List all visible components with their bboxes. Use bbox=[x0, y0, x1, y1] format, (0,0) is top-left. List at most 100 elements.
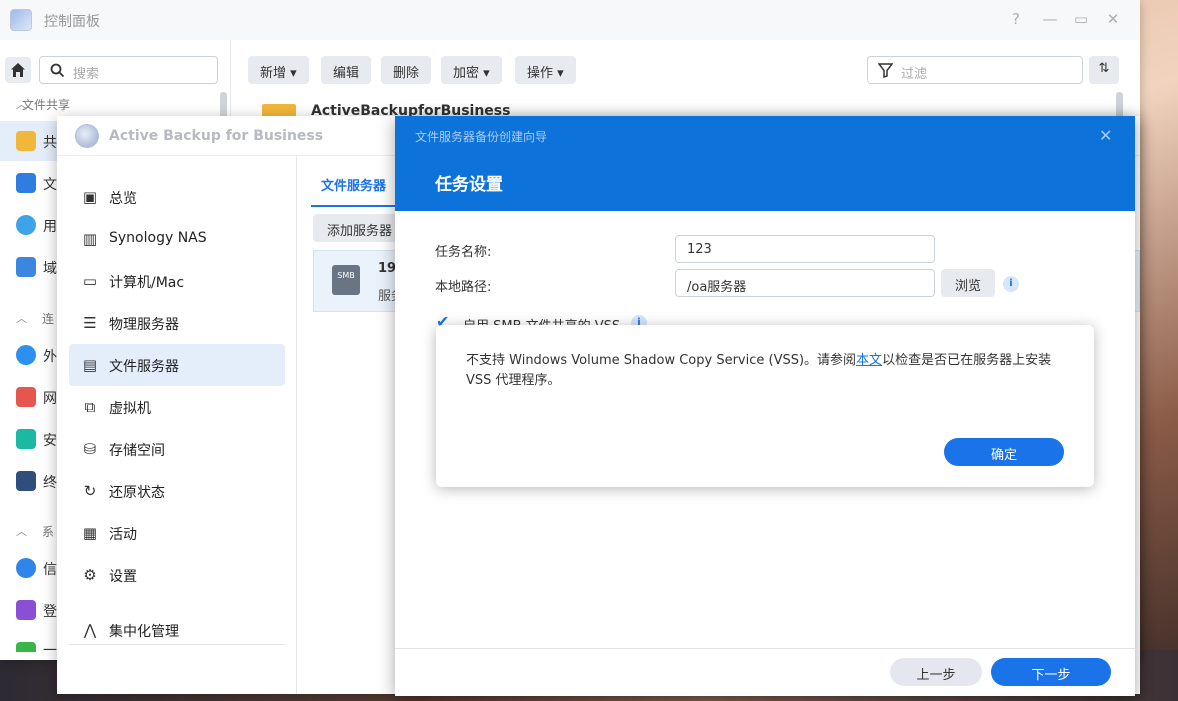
terminal-icon bbox=[16, 471, 36, 491]
info-icon bbox=[16, 558, 36, 578]
sidebar-item-label: 安 bbox=[43, 433, 57, 449]
home-icon bbox=[11, 63, 25, 77]
search-icon bbox=[50, 63, 65, 78]
chevron-up-icon[interactable]: ︿ bbox=[16, 523, 27, 539]
filter-placeholder: 过滤 bbox=[901, 67, 928, 82]
vm-icon: ⧉ bbox=[84, 398, 96, 416]
overview-icon: ▣ bbox=[82, 188, 98, 206]
smb-server-icon: SMB bbox=[332, 265, 360, 295]
article-link[interactable]: 本文 bbox=[856, 353, 882, 368]
sidebar-item-label: 域 bbox=[43, 261, 57, 277]
maximize-icon[interactable]: ▭ bbox=[1071, 10, 1091, 28]
active-backup-logo-icon bbox=[75, 124, 99, 148]
restore-icon: ↻ bbox=[83, 482, 97, 500]
abb-nav: ▣ 总览 ▥ Synology NAS ▭ 计算机/Mac ☰ 物理服务器 ▤ … bbox=[57, 156, 297, 694]
alert-message-text: 不支持 Windows Volume Shadow Copy Service (… bbox=[466, 353, 857, 368]
nav-item-label: 存储空间 bbox=[109, 443, 165, 459]
filter-icon bbox=[878, 63, 893, 78]
title-bar: 控制面板 ? — ▭ ✕ bbox=[0, 0, 1140, 40]
sidebar-item-label: 一 bbox=[43, 643, 57, 652]
next-button[interactable]: 下一步 bbox=[991, 658, 1111, 686]
ok-button[interactable]: 确定 bbox=[944, 438, 1064, 466]
minimize-icon[interactable]: — bbox=[1040, 10, 1060, 28]
edit-button[interactable]: 编辑 bbox=[321, 56, 372, 84]
nav-item-storage[interactable]: ⛁ 存储空间 bbox=[69, 428, 285, 470]
vss-alert-dialog: 不支持 Windows Volume Shadow Copy Service (… bbox=[436, 325, 1094, 487]
section-system[interactable]: 系 bbox=[42, 523, 54, 540]
control-panel-app-icon bbox=[10, 9, 32, 31]
storage-icon: ⛁ bbox=[83, 440, 97, 458]
nav-item-physical-server[interactable]: ☰ 物理服务器 bbox=[69, 302, 285, 344]
close-icon[interactable]: ✕ bbox=[1099, 126, 1112, 145]
sidebar-item-label: 信 bbox=[43, 562, 57, 578]
encrypt-button[interactable]: 加密 ▾ bbox=[441, 56, 502, 84]
sidebar-item-label: 共 bbox=[43, 135, 57, 151]
nav-item-label: 虚拟机 bbox=[109, 401, 151, 417]
nas-icon: ▥ bbox=[82, 230, 98, 248]
nav-item-computer[interactable]: ▭ 计算机/Mac bbox=[69, 260, 285, 302]
nav-item-label: 集中化管理 bbox=[109, 624, 179, 640]
more-icon bbox=[16, 642, 36, 652]
central-management-icon: ⋀ bbox=[83, 621, 97, 639]
login-portal-icon bbox=[16, 600, 36, 620]
nav-item-label: 总览 bbox=[109, 191, 137, 207]
search-input[interactable]: 搜索 bbox=[39, 56, 218, 84]
nav-item-central-management[interactable]: ⋀ 集中化管理 bbox=[69, 609, 285, 651]
gear-icon: ⚙ bbox=[83, 566, 97, 584]
section-file-sharing[interactable]: 文件共享 bbox=[22, 96, 70, 113]
sidebar-item-label: 用 bbox=[43, 219, 57, 235]
security-icon bbox=[16, 429, 36, 449]
close-icon[interactable]: ✕ bbox=[1103, 10, 1123, 28]
nav-item-vm[interactable]: ⧉ 虚拟机 bbox=[69, 386, 285, 428]
delete-button[interactable]: 删除 bbox=[381, 56, 432, 84]
nav-item-settings[interactable]: ⚙ 设置 bbox=[69, 554, 285, 596]
nav-item-activity[interactable]: ▦ 活动 bbox=[69, 512, 285, 554]
previous-button[interactable]: 上一步 bbox=[890, 658, 982, 686]
action-button[interactable]: 操作 ▾ bbox=[515, 56, 576, 84]
nav-item-overview[interactable]: ▣ 总览 bbox=[69, 176, 285, 218]
nav-item-label: 活动 bbox=[109, 527, 137, 543]
nav-item-label: 计算机/Mac bbox=[109, 275, 185, 291]
nav-item-label: 设置 bbox=[109, 569, 137, 585]
wizard-header: 文件服务器备份创建向导 ✕ 任务设置 bbox=[395, 116, 1135, 211]
task-name-input[interactable]: 123 bbox=[675, 235, 935, 263]
chevron-up-icon[interactable]: ︿ bbox=[16, 310, 27, 326]
local-path-label: 本地路径: bbox=[435, 280, 492, 295]
sidebar-item-label: 登 bbox=[43, 604, 57, 620]
sidebar-item-label: 终 bbox=[43, 475, 57, 491]
search-placeholder: 搜索 bbox=[73, 67, 100, 82]
add-server-button[interactable]: 添加服务器 bbox=[313, 214, 403, 242]
nav-item-restore-status[interactable]: ↻ 还原状态 bbox=[69, 470, 285, 512]
window-title: 控制面板 bbox=[44, 14, 100, 30]
nav-item-label: 还原状态 bbox=[109, 485, 165, 501]
wizard-footer-divider bbox=[395, 648, 1135, 649]
nav-item-label: Synology NAS bbox=[109, 230, 207, 246]
nav-item-label: 文件服务器 bbox=[109, 359, 179, 375]
sidebar-item-label: 文 bbox=[43, 177, 57, 193]
physical-server-icon: ☰ bbox=[83, 314, 97, 332]
sidebar-item-label: 网 bbox=[43, 391, 57, 407]
help-icon[interactable]: ? bbox=[1006, 10, 1026, 28]
sort-icon: ⇅ bbox=[1098, 61, 1110, 76]
wizard-window-title: 文件服务器备份创建向导 bbox=[415, 130, 548, 144]
info-icon[interactable]: i bbox=[1003, 276, 1019, 292]
new-button[interactable]: 新增 ▾ bbox=[248, 56, 309, 84]
activity-icon: ▦ bbox=[82, 524, 98, 542]
nav-item-file-server[interactable]: ▤ 文件服务器 bbox=[69, 344, 285, 386]
nav-item-label: 物理服务器 bbox=[109, 317, 179, 333]
browse-button[interactable]: 浏览 bbox=[941, 269, 995, 297]
domain-icon bbox=[16, 257, 36, 277]
section-connectivity[interactable]: 连 bbox=[42, 310, 54, 327]
tab-file-server[interactable]: 文件服务器 bbox=[321, 175, 386, 194]
alert-message: 不支持 Windows Volume Shadow Copy Service (… bbox=[466, 351, 1076, 391]
filter-input[interactable]: 过滤 bbox=[867, 56, 1083, 84]
file-services-icon bbox=[16, 173, 36, 193]
external-access-icon bbox=[16, 345, 36, 365]
nav-item-synology-nas[interactable]: ▥ Synology NAS bbox=[69, 218, 285, 260]
local-path-input[interactable]: /oa服务器 bbox=[675, 269, 935, 297]
sort-button[interactable]: ⇅ bbox=[1089, 56, 1119, 84]
home-button[interactable] bbox=[5, 57, 31, 83]
computer-icon: ▭ bbox=[82, 272, 98, 290]
tab-indicator bbox=[311, 205, 395, 207]
file-server-icon: ▤ bbox=[82, 356, 98, 374]
